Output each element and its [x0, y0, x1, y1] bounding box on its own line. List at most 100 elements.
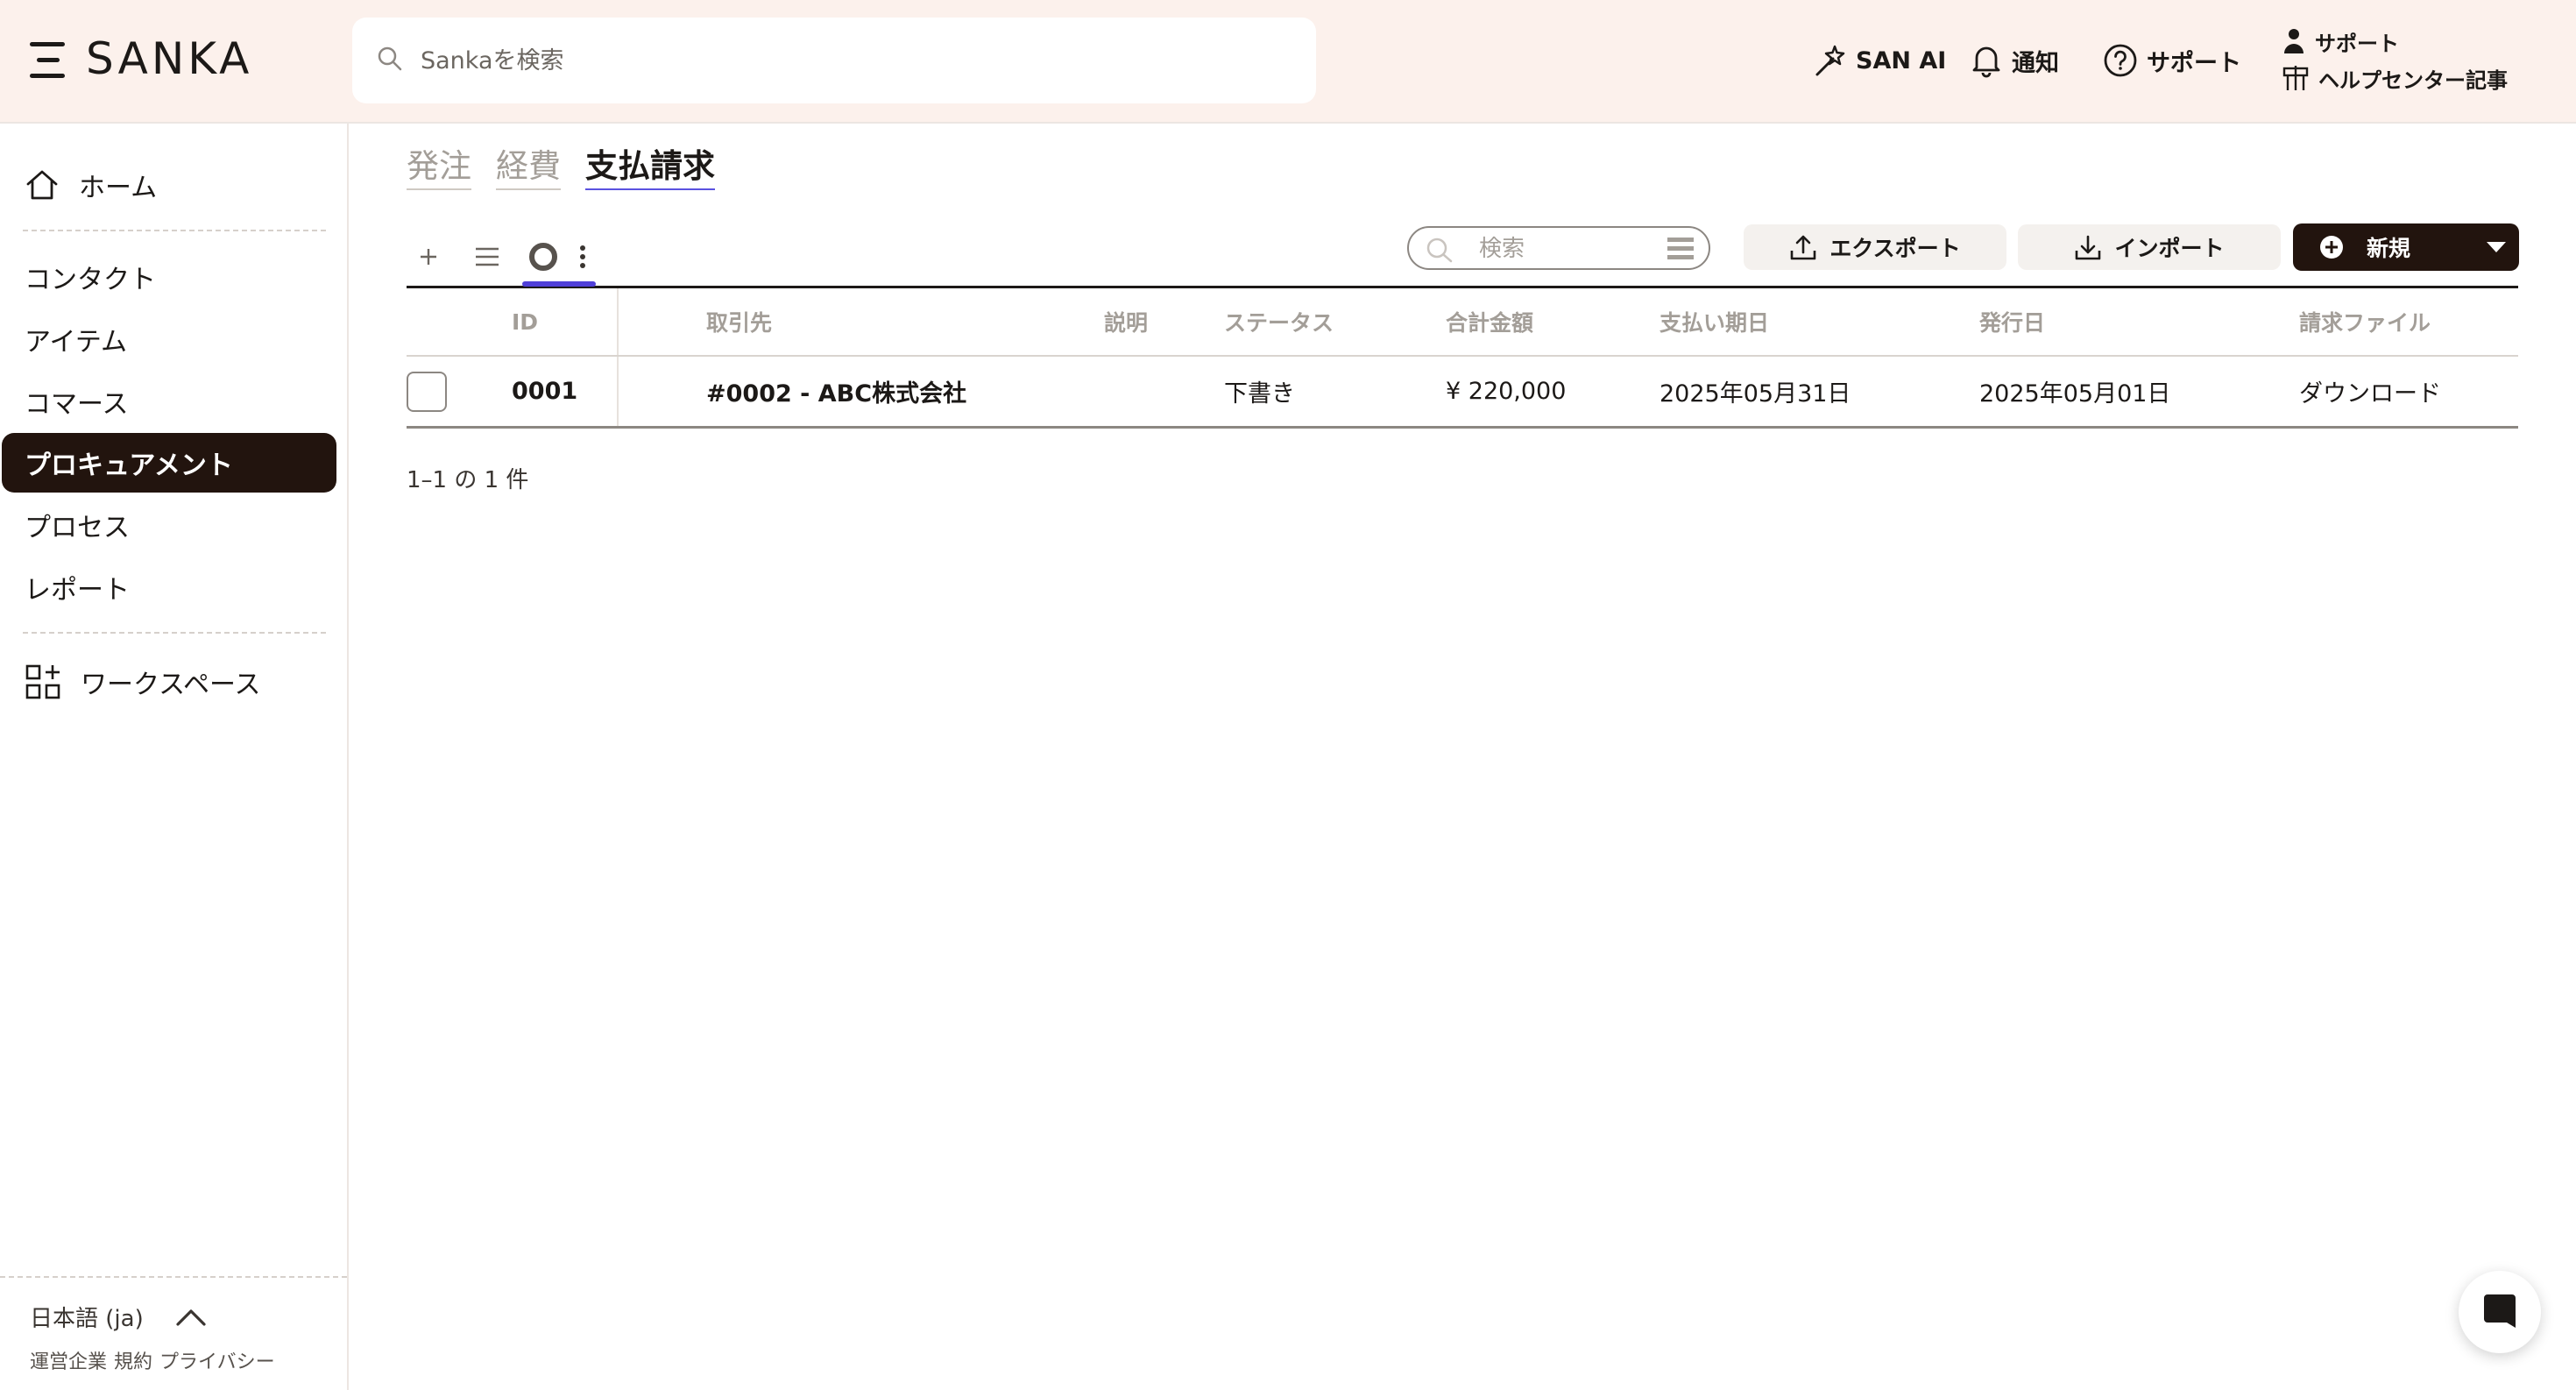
sidebar-divider — [23, 230, 326, 231]
new-dropdown-toggle[interactable] — [2473, 223, 2519, 271]
cell-status: 下書き — [1224, 380, 1295, 408]
sidebar-footer-divider — [0, 1276, 347, 1278]
new-button-main[interactable]: 新規 — [2293, 231, 2473, 263]
cell-total: ¥ 220,000 — [1446, 378, 1567, 405]
sidebar-item-home[interactable]: ホーム — [2, 155, 336, 215]
global-search-input[interactable] — [421, 39, 1279, 82]
module-tabs: 発注 経費 支払請求 — [407, 139, 715, 190]
import-label: インポート — [2114, 236, 2225, 261]
new-label: 新規 — [2367, 236, 2411, 261]
sidebar: ホーム コンタクト アイテム コマース プロキュアメント プロセス レポート ワ… — [0, 124, 349, 1390]
new-record-button[interactable]: 新規 — [2293, 223, 2519, 271]
sidebar-item-label: アイテム — [25, 327, 127, 358]
column-header-partner[interactable]: 取引先 — [706, 288, 772, 355]
plus-icon — [421, 248, 436, 265]
language-selector[interactable]: 日本語 (ja) — [30, 1301, 207, 1333]
sidebar-item-contacts[interactable]: コンタクト — [2, 247, 336, 307]
company-link[interactable]: 運営企業 — [30, 1346, 107, 1374]
list-icon — [476, 247, 499, 266]
default-view-tab[interactable] — [522, 227, 564, 286]
import-button[interactable]: インポート — [2018, 224, 2281, 270]
chat-icon — [2484, 1294, 2516, 1328]
home-icon — [26, 170, 58, 200]
column-header-id[interactable]: ID — [512, 288, 538, 355]
table-search — [1407, 226, 1710, 270]
column-header-status[interactable]: ステータス — [1224, 288, 1334, 355]
row-select — [407, 357, 447, 426]
search-icon — [378, 46, 402, 71]
add-view-button[interactable] — [414, 227, 443, 286]
sidebar-divider — [23, 632, 326, 634]
upload-icon — [1791, 235, 1816, 260]
cell-partner[interactable]: #0002 - ABC株式会社 — [706, 357, 966, 426]
bell-icon — [1972, 46, 2000, 78]
top-bar: SANKA SAN AI 通知 サポート — [0, 0, 2576, 124]
user-support-label: サポート — [2315, 31, 2399, 56]
san-ai-button[interactable]: SAN AI — [1812, 40, 1946, 81]
sidebar-item-label: コンタクト — [25, 265, 156, 295]
sidebar-item-procurement[interactable]: プロキュアメント — [2, 433, 336, 493]
column-header-total[interactable]: 合計金額 — [1446, 288, 1533, 355]
global-search — [352, 18, 1316, 103]
list-view-button[interactable] — [471, 227, 503, 286]
bills-table: ID 取引先 説明 ステータス 合計金額 支払い期日 発行日 請求ファイル 00… — [407, 288, 2518, 429]
notifications-button[interactable]: 通知 — [1970, 40, 2059, 81]
download-icon — [2076, 235, 2101, 260]
circle-icon — [529, 242, 557, 271]
sidebar-item-label: ワークスペース — [81, 670, 261, 700]
sidebar-item-label: レポート — [25, 575, 130, 606]
view-options-button[interactable] — [570, 227, 596, 286]
sidebar-item-commerce[interactable]: コマース — [2, 372, 336, 431]
tab-purchase-orders[interactable]: 発注 — [407, 139, 471, 190]
export-label: エクスポート — [1829, 236, 1961, 261]
download-link[interactable]: ダウンロード — [2299, 357, 2441, 426]
search-icon — [1426, 238, 1453, 263]
cell-due-date: 2025年05月31日 — [1660, 380, 1851, 408]
sidebar-item-label: ホーム — [79, 173, 158, 203]
active-view-indicator — [522, 281, 596, 287]
table-header: ID 取引先 説明 ステータス 合計金額 支払い期日 発行日 請求ファイル — [407, 288, 2518, 357]
main-content: 発注 経費 支払請求 検索 エクスポート インポート 新規 ID 取引先 説明 … — [350, 124, 2576, 1390]
language-label: 日本語 (ja) — [30, 1306, 144, 1332]
support-button[interactable]: サポート — [2103, 40, 2241, 81]
signpost-icon — [2282, 66, 2309, 90]
row-checkbox[interactable] — [407, 371, 447, 412]
privacy-link[interactable]: プライバシー — [159, 1346, 275, 1374]
column-header-description[interactable]: 説明 — [1104, 288, 1148, 355]
sidebar-item-reports[interactable]: レポート — [2, 557, 336, 617]
tab-bills[interactable]: 支払請求 — [585, 139, 715, 190]
cell-id[interactable]: 0001 — [512, 357, 577, 426]
table-row[interactable]: 0001 #0002 - ABC株式会社 下書き ¥ 220,000 2025年… — [407, 357, 2518, 429]
filter-icon[interactable] — [1667, 235, 1695, 263]
user-menu[interactable]: サポート ヘルプセンター記事 — [2282, 23, 2544, 96]
export-button[interactable]: エクスポート — [1744, 224, 2006, 270]
caret-down-icon — [2487, 242, 2506, 252]
terms-link[interactable]: 規約 — [114, 1346, 152, 1374]
sidebar-item-workspace[interactable]: ワークスペース — [2, 652, 336, 712]
table-search-input[interactable] — [1479, 235, 1654, 263]
apps-icon — [25, 664, 60, 699]
chat-button[interactable] — [2459, 1271, 2541, 1353]
sidebar-item-label: コマース — [25, 389, 129, 420]
help-center-label: ヘルプセンター記事 — [2318, 67, 2508, 93]
column-header-issue-date[interactable]: 発行日 — [1979, 288, 2045, 355]
support-label: サポート — [2147, 49, 2241, 77]
column-header-file[interactable]: 請求ファイル — [2299, 288, 2431, 355]
brand-logo[interactable]: SANKA — [86, 33, 252, 84]
sidebar-item-label: プロセス — [25, 513, 130, 543]
tab-expenses[interactable]: 経費 — [496, 139, 561, 190]
menu-icon[interactable] — [30, 42, 68, 79]
sidebar-item-items[interactable]: アイテム — [2, 309, 336, 369]
chevron-up-icon — [176, 1308, 206, 1326]
column-header-due-date[interactable]: 支払い期日 — [1660, 288, 1769, 355]
more-vertical-icon — [580, 245, 585, 268]
help-circle-icon — [2104, 44, 2137, 77]
pagination-info: 1–1 の 1 件 — [407, 467, 529, 493]
sidebar-item-process[interactable]: プロセス — [2, 495, 336, 555]
cell-issue-date: 2025年05月01日 — [1979, 380, 2171, 408]
user-support-link[interactable]: サポート — [2282, 23, 2544, 60]
help-center-link[interactable]: ヘルプセンター記事 — [2282, 60, 2544, 96]
user-icon — [2284, 29, 2304, 53]
legal-links: 運営企業 規約 プライバシー — [30, 1346, 275, 1374]
magic-wand-icon — [1815, 45, 1845, 76]
